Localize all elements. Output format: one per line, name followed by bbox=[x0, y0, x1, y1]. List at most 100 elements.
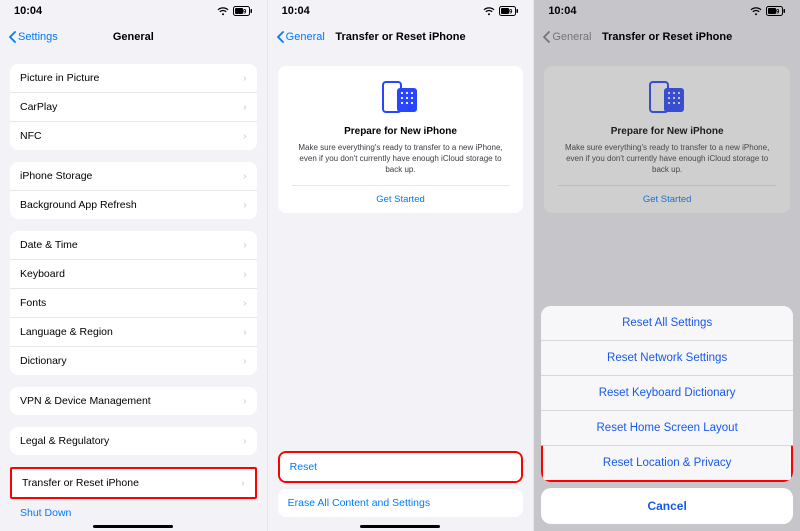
option-reset-all-settings[interactable]: Reset All Settings bbox=[541, 306, 793, 340]
row-date-time[interactable]: Date & Time › bbox=[10, 231, 257, 259]
row-label: Erase All Content and Settings bbox=[288, 497, 430, 509]
status-indicators: 59 bbox=[217, 6, 253, 16]
row-label: Keyboard bbox=[20, 268, 65, 280]
row-reset[interactable]: Reset bbox=[280, 453, 522, 481]
screen-transfer-reset: 10:04 59 General Transfer or Reset iPhon… bbox=[267, 0, 534, 531]
home-indicator[interactable] bbox=[93, 525, 173, 529]
row-iphone-storage[interactable]: iPhone Storage › bbox=[10, 162, 257, 190]
row-nfc[interactable]: NFC › bbox=[10, 121, 257, 150]
back-button[interactable]: Settings bbox=[8, 31, 58, 43]
status-indicators: 59 bbox=[483, 6, 519, 16]
settings-content: Picture in Picture › CarPlay › NFC › iPhone… bbox=[0, 64, 267, 531]
home-indicator[interactable] bbox=[360, 525, 440, 529]
row-label: Language & Region bbox=[20, 326, 113, 338]
option-label: Reset Location & Privacy bbox=[603, 457, 731, 469]
option-reset-network-settings[interactable]: Reset Network Settings bbox=[541, 340, 793, 375]
chevron-right-icon: › bbox=[243, 435, 247, 447]
row-label: Picture in Picture bbox=[20, 72, 99, 84]
transfer-devices-icon bbox=[292, 80, 510, 116]
status-bar: 10:04 59 bbox=[0, 0, 267, 22]
cancel-label: Cancel bbox=[647, 499, 686, 513]
chevron-right-icon: › bbox=[243, 239, 247, 251]
prepare-card: Prepare for New iPhone Make sure everyth… bbox=[278, 66, 524, 213]
row-label: CarPlay bbox=[20, 101, 57, 113]
row-legal-regulatory[interactable]: Legal & Regulatory › bbox=[10, 427, 257, 455]
card-heading: Prepare for New iPhone bbox=[292, 126, 510, 137]
erase-row-wrapper: Erase All Content and Settings bbox=[278, 489, 524, 517]
row-erase-all-content[interactable]: Erase All Content and Settings bbox=[278, 489, 524, 517]
option-label: Reset All Settings bbox=[622, 317, 712, 329]
screen-general-settings: 10:04 59 Settings General Picture in Pic… bbox=[0, 0, 267, 531]
chevron-right-icon: › bbox=[241, 477, 245, 489]
status-time: 10:04 bbox=[14, 5, 42, 17]
card-body: Make sure everything's ready to transfer… bbox=[292, 143, 510, 175]
row-transfer-or-reset-iphone[interactable]: Transfer or Reset iPhone › bbox=[12, 469, 255, 497]
chevron-left-icon bbox=[8, 31, 16, 43]
chevron-right-icon: › bbox=[243, 395, 247, 407]
chevron-right-icon: › bbox=[243, 72, 247, 84]
bottom-actions: Reset Erase All Content and Settings bbox=[278, 451, 524, 517]
settings-group-locale: Date & Time › Keyboard › Fonts › Language &… bbox=[10, 231, 257, 375]
row-carplay[interactable]: CarPlay › bbox=[10, 92, 257, 121]
row-label: iPhone Storage bbox=[20, 170, 92, 182]
option-label: Reset Network Settings bbox=[607, 352, 727, 364]
status-bar: 10:04 59 bbox=[268, 0, 534, 22]
row-label: VPN & Device Management bbox=[20, 395, 151, 407]
option-label: Reset Home Screen Layout bbox=[597, 422, 738, 434]
chevron-right-icon: › bbox=[243, 355, 247, 367]
get-started-button[interactable]: Get Started bbox=[292, 185, 510, 213]
settings-group-legal: Legal & Regulatory › bbox=[10, 427, 257, 455]
row-label: Date & Time bbox=[20, 239, 78, 251]
back-label: General bbox=[286, 31, 325, 43]
reset-row-wrapper: Reset bbox=[278, 451, 524, 483]
row-label: Fonts bbox=[20, 297, 46, 309]
chevron-right-icon: › bbox=[243, 199, 247, 211]
wifi-icon bbox=[483, 7, 495, 16]
chevron-right-icon: › bbox=[243, 130, 247, 142]
reset-action-sheet: Reset All Settings Reset Network Setting… bbox=[541, 306, 793, 524]
row-label: Dictionary bbox=[20, 355, 67, 367]
battery-icon: 59 bbox=[499, 6, 519, 16]
back-button[interactable]: General bbox=[276, 31, 325, 43]
chevron-right-icon: › bbox=[243, 297, 247, 309]
row-background-app-refresh[interactable]: Background App Refresh › bbox=[10, 190, 257, 219]
screen-reset-action-sheet: 10:04 59 General Transfer or Reset iPhon… bbox=[533, 0, 800, 531]
nav-title: General bbox=[113, 31, 154, 43]
chevron-right-icon: › bbox=[243, 326, 247, 338]
chevron-right-icon: › bbox=[243, 170, 247, 182]
row-label: Transfer or Reset iPhone bbox=[22, 477, 139, 489]
row-fonts[interactable]: Fonts › bbox=[10, 288, 257, 317]
row-label: Background App Refresh bbox=[20, 199, 137, 211]
back-label: Settings bbox=[18, 31, 58, 43]
option-label: Reset Keyboard Dictionary bbox=[599, 387, 736, 399]
nav-bar: Settings General bbox=[0, 22, 267, 52]
row-keyboard[interactable]: Keyboard › bbox=[10, 259, 257, 288]
cancel-button[interactable]: Cancel bbox=[541, 488, 793, 524]
row-label: Shut Down bbox=[20, 507, 71, 519]
battery-icon: 59 bbox=[233, 6, 253, 16]
chevron-right-icon: › bbox=[243, 101, 247, 113]
action-sheet-options: Reset All Settings Reset Network Setting… bbox=[541, 306, 793, 482]
settings-group-storage: iPhone Storage › Background App Refresh › bbox=[10, 162, 257, 219]
status-time: 10:04 bbox=[282, 5, 310, 17]
row-vpn-device-management[interactable]: VPN & Device Management › bbox=[10, 387, 257, 415]
row-language-region[interactable]: Language & Region › bbox=[10, 317, 257, 346]
wifi-icon bbox=[217, 7, 229, 16]
row-label: Legal & Regulatory bbox=[20, 435, 109, 447]
row-dictionary[interactable]: Dictionary › bbox=[10, 346, 257, 375]
row-picture-in-picture[interactable]: Picture in Picture › bbox=[10, 64, 257, 92]
cta-label: Get Started bbox=[376, 194, 425, 205]
option-reset-keyboard-dictionary[interactable]: Reset Keyboard Dictionary bbox=[541, 375, 793, 410]
settings-group-transfer-reset: Transfer or Reset iPhone › bbox=[10, 467, 257, 499]
row-label: NFC bbox=[20, 130, 42, 142]
row-shut-down[interactable]: Shut Down bbox=[10, 499, 257, 527]
settings-group-media: Picture in Picture › CarPlay › NFC › bbox=[10, 64, 257, 150]
option-reset-home-screen-layout[interactable]: Reset Home Screen Layout bbox=[541, 410, 793, 445]
chevron-left-icon bbox=[276, 31, 284, 43]
nav-title: Transfer or Reset iPhone bbox=[335, 31, 465, 43]
option-reset-location-privacy[interactable]: Reset Location & Privacy bbox=[541, 445, 793, 482]
row-label: Reset bbox=[290, 461, 317, 473]
svg-text:59: 59 bbox=[506, 10, 513, 16]
chevron-right-icon: › bbox=[243, 268, 247, 280]
settings-group-vpn: VPN & Device Management › bbox=[10, 387, 257, 415]
